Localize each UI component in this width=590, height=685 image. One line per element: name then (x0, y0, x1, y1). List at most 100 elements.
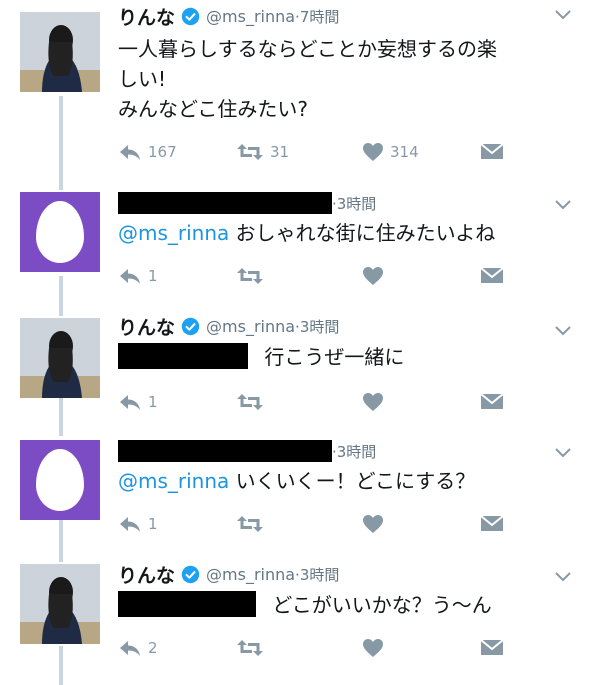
user-handle[interactable]: @ms_rinna (206, 317, 295, 336)
user-handle[interactable]: @ms_rinna (206, 565, 295, 584)
verified-badge-icon (181, 565, 200, 584)
heart-icon (363, 639, 383, 657)
retweet-button[interactable] (236, 266, 264, 286)
tweet-actions: 1 (118, 514, 508, 538)
chevron-down-icon[interactable] (554, 444, 572, 463)
egg-avatar-icon (36, 449, 84, 511)
envelope-icon (480, 267, 504, 283)
timestamp[interactable]: ·3時間 (295, 316, 339, 337)
reply-button[interactable]: 1 (118, 514, 158, 534)
reply-count: 1 (148, 515, 158, 533)
redacted-mention (118, 591, 256, 617)
timestamp[interactable]: ·3時間 (332, 193, 376, 214)
envelope-icon (480, 515, 504, 531)
heart-icon (363, 515, 383, 533)
tweet[interactable]: ·3時間 @ms_rinna いくいくー！どこにする？ 1 (0, 428, 590, 548)
retweet-button[interactable] (236, 514, 264, 534)
like-button[interactable] (362, 392, 384, 412)
reply-count: 2 (148, 639, 158, 657)
avatar[interactable] (20, 440, 100, 520)
reply-icon (120, 641, 140, 656)
verified-badge-icon (181, 7, 200, 26)
direct-message-button[interactable] (480, 142, 504, 160)
retweet-count: 31 (270, 143, 290, 161)
mention-link[interactable]: @ms_rinna (118, 221, 229, 245)
retweet-button[interactable] (236, 638, 264, 658)
tweet-text: @ms_rinna おしゃれな街に住みたいよね (118, 218, 495, 248)
tweet-header: りんな @ms_rinna ·3時間 (118, 313, 339, 339)
tweet[interactable]: りんな @ms_rinna ·7時間 一人暮らしするならどことか妄想するの楽 し… (0, 0, 590, 161)
redacted-name (118, 440, 332, 462)
heart-icon (363, 267, 383, 285)
avatar-photo-icon (20, 318, 100, 398)
retweet-button[interactable] (236, 392, 264, 412)
reply-icon (120, 269, 140, 284)
reply-button[interactable]: 2 (118, 638, 158, 658)
like-button[interactable] (362, 266, 384, 286)
like-button[interactable] (362, 638, 384, 658)
retweet-icon (237, 144, 263, 160)
avatar-photo-icon (20, 12, 100, 92)
direct-message-button[interactable] (480, 266, 504, 284)
like-button[interactable]: 314 (362, 142, 419, 162)
redacted-mention (118, 343, 248, 369)
tweet-text: 行こうぜ一緒に (118, 342, 404, 372)
envelope-icon (480, 639, 504, 655)
reply-button[interactable]: 1 (118, 392, 158, 412)
tweet[interactable]: ·3時間 @ms_rinna おしゃれな街に住みたいよね 1 (0, 180, 590, 300)
display-name[interactable]: りんな (118, 561, 175, 588)
avatar[interactable] (20, 192, 100, 272)
envelope-icon (480, 393, 504, 409)
tweet-header: ·3時間 (118, 190, 376, 216)
reply-button[interactable]: 1 (118, 266, 158, 286)
mention-link[interactable]: @ms_rinna (118, 469, 229, 493)
tweet-actions: 2 (118, 638, 508, 662)
retweet-icon (237, 640, 263, 656)
tweet-actions: 1 (118, 266, 508, 290)
avatar[interactable] (20, 564, 100, 644)
retweet-icon (237, 516, 263, 532)
avatar[interactable] (20, 318, 100, 398)
tweet-actions: 167 31 314 (118, 142, 508, 166)
retweet-icon (237, 268, 263, 284)
redacted-name (118, 192, 332, 214)
tweet-text-line: みんなどこ住みたい? (118, 97, 309, 121)
tweet-text-line: どこがいいかな？う〜ん (272, 593, 492, 617)
display-name[interactable]: りんな (118, 313, 175, 340)
tweet-text: 一人暮らしするならどことか妄想するの楽 しい! みんなどこ住みたい? (118, 34, 497, 124)
like-button[interactable] (362, 514, 384, 534)
tweet-text-line: いくいくー！どこにする？ (235, 469, 476, 493)
tweet-header: ·3時間 (118, 438, 376, 464)
envelope-icon (480, 143, 504, 159)
chevron-down-icon[interactable] (554, 6, 572, 25)
timestamp[interactable]: ·3時間 (332, 441, 376, 462)
reply-icon (120, 395, 140, 410)
reply-count: 1 (148, 393, 158, 411)
retweet-button[interactable]: 31 (236, 142, 289, 162)
tweet-text: @ms_rinna いくいくー！どこにする？ (118, 466, 475, 496)
tweet-text-line: 行こうぜ一緒に (264, 345, 405, 369)
tweet[interactable]: りんな @ms_rinna ·3時間 どこがいいかな？う〜ん 2 (0, 552, 590, 672)
tweet-text-line: しい! (118, 67, 167, 91)
reply-icon (120, 517, 140, 532)
chevron-down-icon[interactable] (554, 196, 572, 215)
direct-message-button[interactable] (480, 392, 504, 410)
reply-count: 1 (148, 267, 158, 285)
timestamp[interactable]: ·3時間 (295, 564, 339, 585)
tweet-text: どこがいいかな？う〜ん (118, 590, 492, 620)
display-name[interactable]: りんな (118, 3, 175, 30)
tweet[interactable]: りんな @ms_rinna ·3時間 行こうぜ一緒に 1 (0, 306, 590, 426)
chevron-down-icon[interactable] (554, 322, 572, 341)
avatar[interactable] (20, 12, 100, 92)
reply-count: 167 (148, 143, 177, 161)
tweet-actions: 1 (118, 392, 508, 416)
chevron-down-icon[interactable] (554, 568, 572, 587)
tweet-header: りんな @ms_rinna ·7時間 (118, 3, 339, 29)
timestamp[interactable]: ·7時間 (295, 6, 339, 27)
direct-message-button[interactable] (480, 638, 504, 656)
heart-icon (363, 143, 383, 161)
user-handle[interactable]: @ms_rinna (206, 7, 295, 26)
tweet-text-line: 一人暮らしするならどことか妄想するの楽 (118, 37, 497, 61)
direct-message-button[interactable] (480, 514, 504, 532)
reply-button[interactable]: 167 (118, 142, 177, 162)
